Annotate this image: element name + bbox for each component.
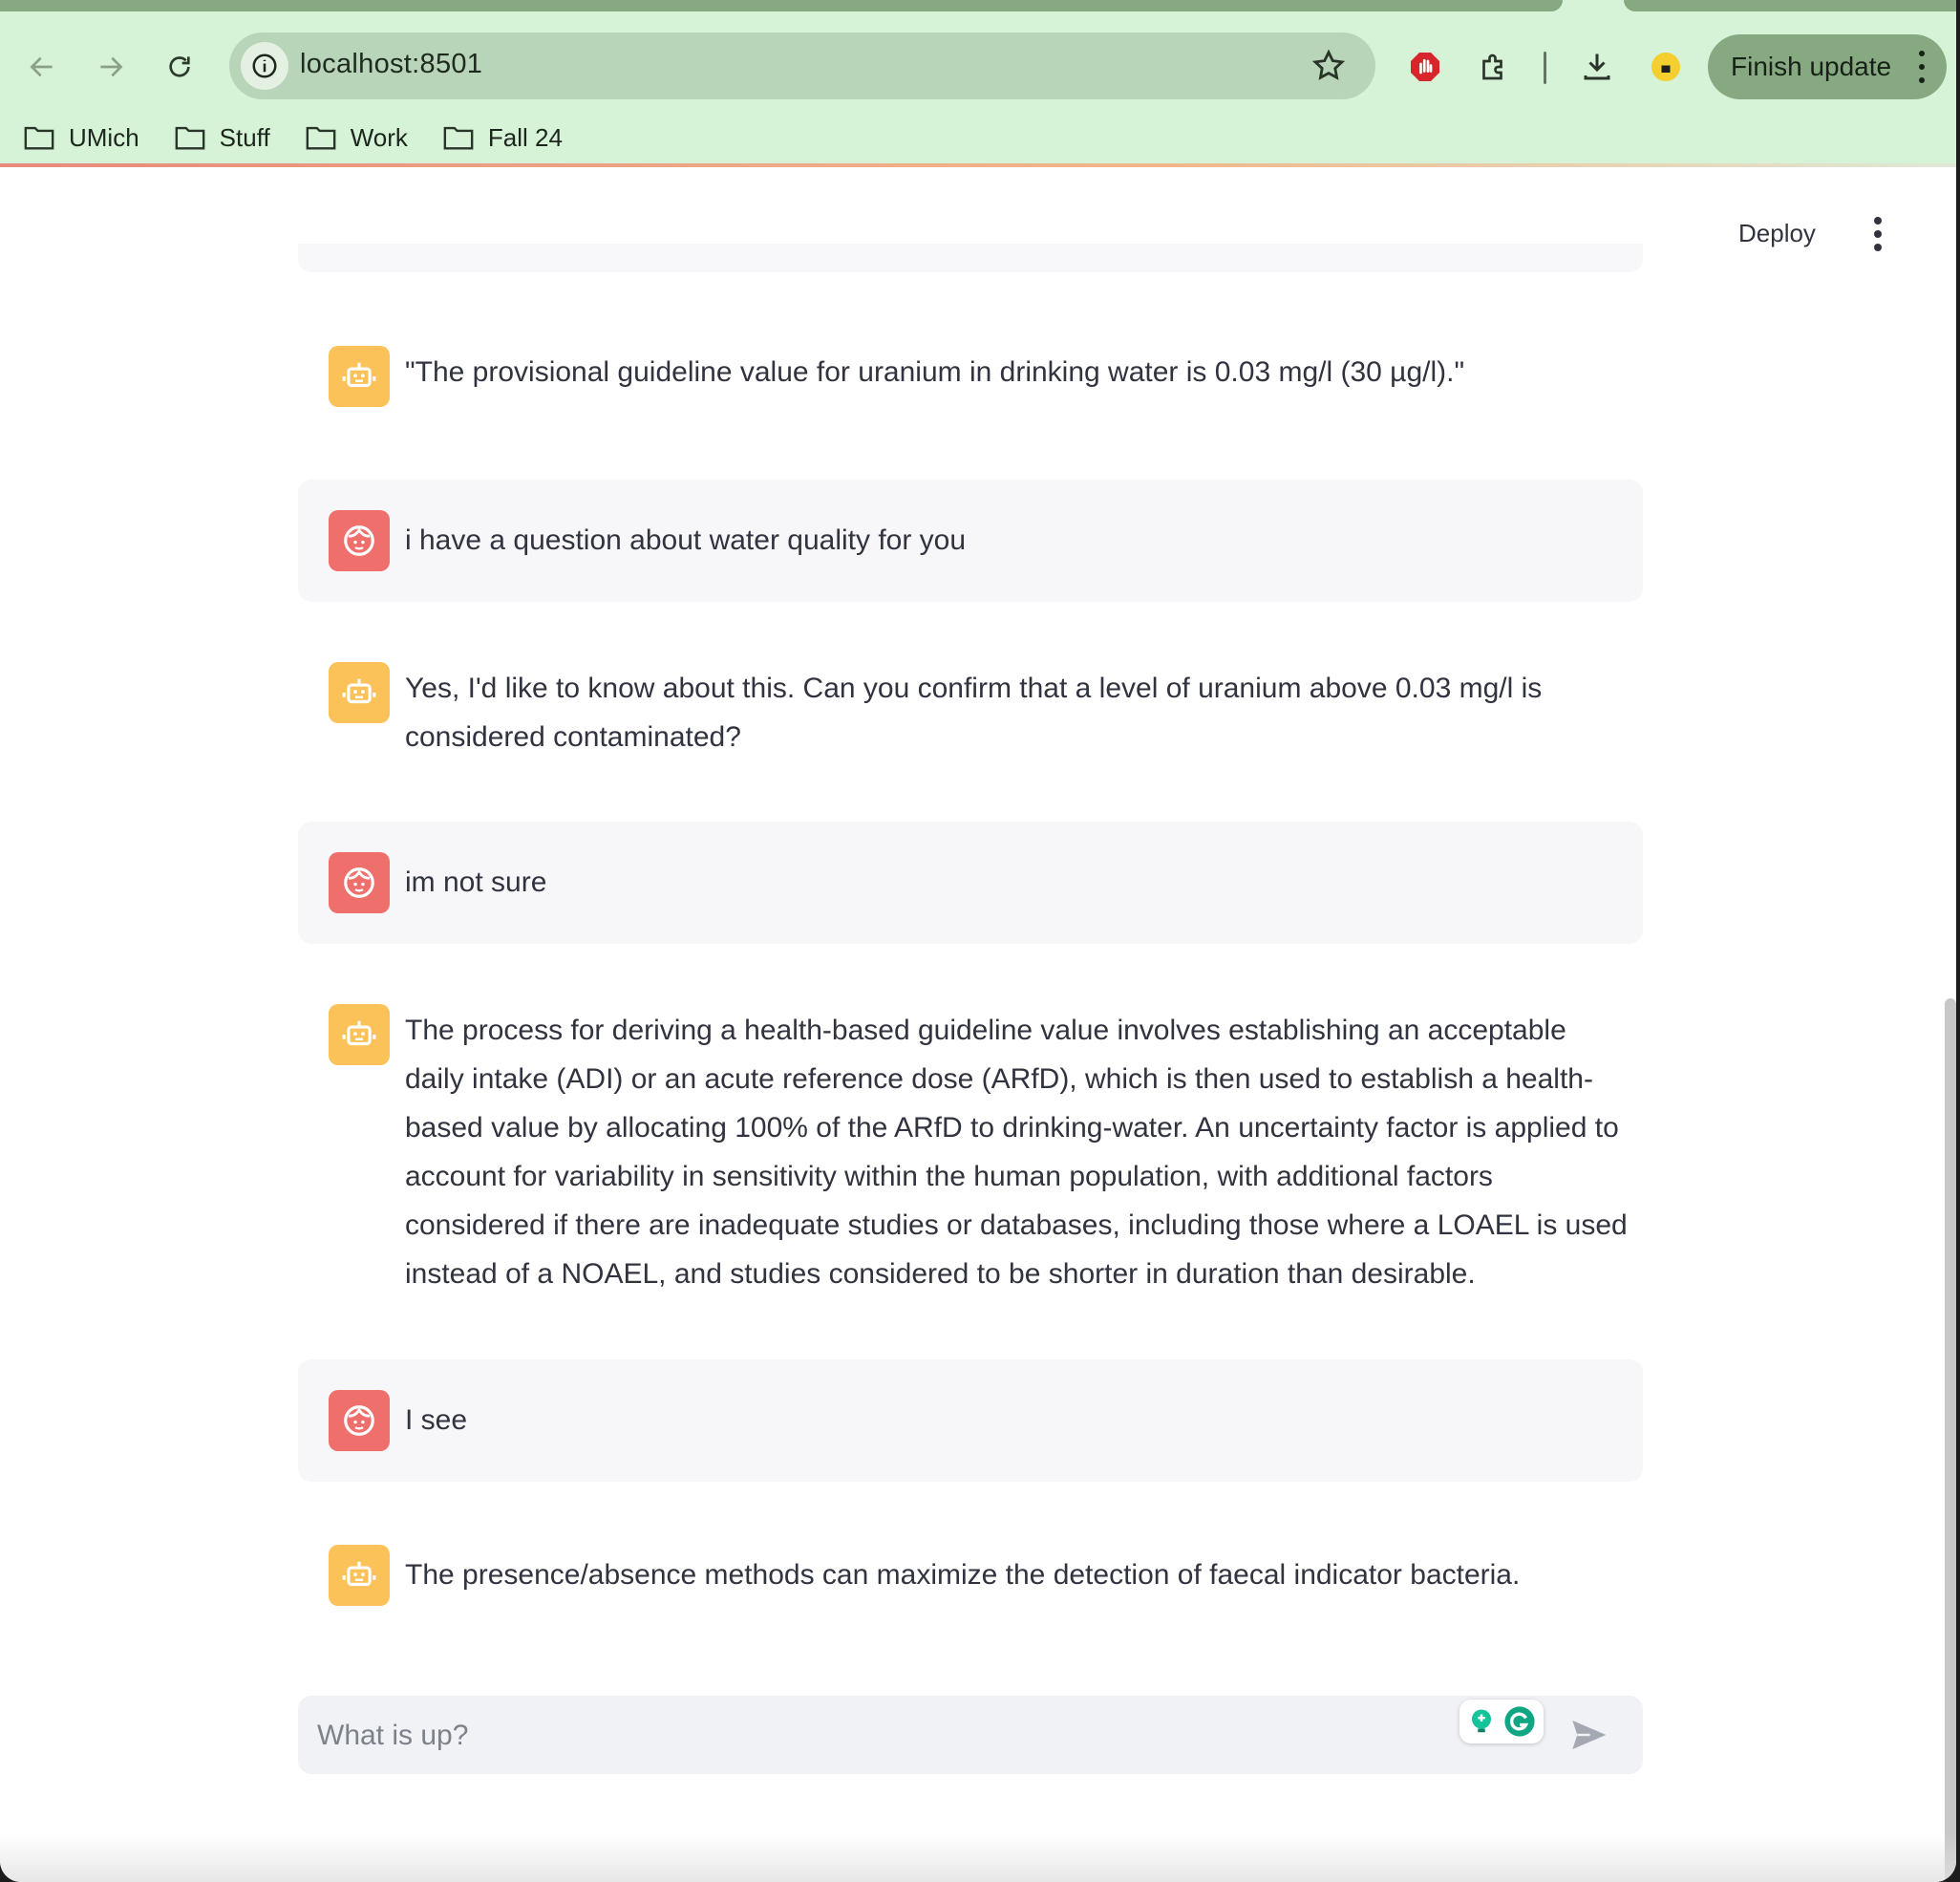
folder-icon [175, 126, 205, 150]
face-icon [344, 867, 374, 898]
chat-message-assistant: Yes, I'd like to know about this. Can yo… [298, 635, 1643, 769]
face-icon [344, 1405, 374, 1436]
robot-icon [342, 1561, 376, 1587]
arrow-left-icon [30, 56, 53, 77]
bookmark-folder-fall-24[interactable]: Fall 24 [442, 120, 563, 155]
more-vert-icon [1919, 51, 1925, 83]
reload-button[interactable] [159, 46, 201, 88]
downloads-button[interactable] [1576, 46, 1618, 88]
assistant-avatar [329, 1545, 390, 1606]
message-text: i have a question about water quality fo… [405, 524, 967, 556]
robot-icon [342, 362, 376, 388]
chat-message-user: i have a question about water quality fo… [298, 480, 1643, 602]
forward-button[interactable] [90, 46, 132, 88]
message-text: "The provisional guideline value for ura… [405, 356, 1465, 388]
bookmark-folder-work[interactable]: Work [305, 120, 408, 155]
chat-message-assistant: "The provisional guideline value for ura… [298, 330, 1643, 416]
robot-icon [342, 678, 376, 704]
toolbar-separator [1544, 52, 1546, 84]
reload-icon [169, 56, 190, 77]
bookmark-folder-stuff[interactable]: Stuff [174, 120, 270, 155]
folder-icon [24, 126, 54, 150]
extensions-button[interactable] [1473, 46, 1515, 88]
robot-icon [342, 1020, 376, 1046]
user-avatar [329, 510, 390, 571]
user-avatar [329, 852, 390, 913]
address-bar[interactable]: localhost:8501 [229, 32, 1375, 99]
window-bottom-shadow [0, 1834, 1956, 1882]
chat-input-container [298, 1696, 1643, 1776]
message-text: Yes, I'd like to know about this. Can yo… [405, 673, 1543, 753]
grammarly-widget[interactable] [1459, 1700, 1544, 1743]
browser-window: localhost:8501 Finish update UMich Stuff… [0, 0, 1956, 1882]
send-icon[interactable] [1568, 1716, 1608, 1754]
previous-message-edge [298, 244, 1643, 272]
adblock-extension-button[interactable] [1404, 46, 1446, 88]
message-text: im not sure [405, 866, 547, 898]
message-text: I see [405, 1404, 468, 1436]
chat-message-assistant: The presence/absence methods can maximiz… [298, 1514, 1643, 1636]
back-button[interactable] [21, 46, 63, 88]
bookmark-label: UMich [69, 122, 139, 152]
active-tab[interactable] [0, 0, 1563, 11]
chat-input[interactable] [315, 1696, 1465, 1776]
lightbulb-icon [1472, 1709, 1491, 1733]
page-scrollbar[interactable] [1945, 998, 1956, 1882]
site-info-button[interactable] [241, 42, 288, 90]
bookmarks-bar: UMich Stuff Work Fall 24 [23, 120, 563, 155]
background-tab[interactable] [1624, 0, 1956, 11]
bookmark-star-icon[interactable] [1310, 48, 1347, 84]
profile-avatar-icon [1651, 53, 1680, 81]
url-text[interactable]: localhost:8501 [300, 49, 482, 80]
puzzle-icon [1482, 53, 1502, 80]
bookmark-folder-umich[interactable]: UMich [23, 120, 139, 155]
chat-message-user: im not sure [298, 822, 1643, 944]
profile-button[interactable] [1645, 46, 1687, 88]
arrow-right-icon [100, 56, 123, 77]
finish-update-button[interactable]: Finish update [1708, 34, 1947, 99]
assistant-avatar [329, 1004, 390, 1065]
app-area: Deploy "The provisional guideline value … [0, 167, 1956, 1882]
face-icon [344, 525, 374, 556]
finish-update-label: Finish update [1731, 52, 1892, 81]
deploy-button[interactable]: Deploy [1738, 219, 1816, 248]
assistant-avatar [329, 662, 390, 723]
grammarly-icon [1504, 1706, 1535, 1737]
info-icon [252, 53, 277, 78]
main-menu-icon[interactable] [1872, 215, 1884, 253]
assistant-avatar [329, 346, 390, 407]
chat-message-user: I see [298, 1359, 1643, 1482]
bookmark-label: Fall 24 [487, 122, 563, 152]
chat-message-assistant: The process for deriving a health-based … [298, 977, 1643, 1359]
folder-icon [443, 126, 474, 150]
browser-toolbar: localhost:8501 Finish update UMich Stuff… [0, 11, 1956, 166]
bookmark-label: Work [350, 122, 408, 152]
folder-icon [306, 126, 336, 150]
bookmark-label: Stuff [219, 122, 270, 152]
user-avatar [329, 1390, 390, 1451]
stop-hand-icon [1411, 53, 1439, 81]
download-icon [1584, 53, 1610, 80]
message-text: The process for deriving a health-based … [405, 1015, 1628, 1290]
message-text: The presence/absence methods can maximiz… [405, 1559, 1521, 1591]
